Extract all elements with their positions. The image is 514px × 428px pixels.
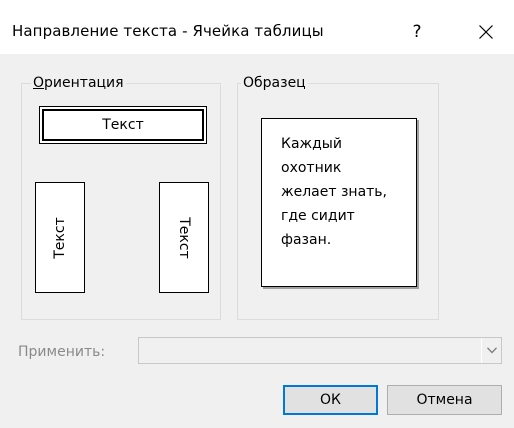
sample-preview: Каждый охотник желает знать, где сидит ф… — [261, 118, 417, 287]
apply-label: Применить: — [18, 344, 106, 360]
sample-line: фазан. — [281, 232, 332, 248]
ok-button[interactable]: ОК — [283, 385, 378, 415]
close-button[interactable] — [468, 14, 504, 50]
cancel-button[interactable]: Отмена — [387, 385, 502, 415]
orientation-vertical-down-option[interactable]: Текст — [159, 182, 209, 293]
close-icon — [479, 25, 493, 39]
sample-line: желает знать, — [281, 184, 388, 200]
chevron-down-icon — [487, 347, 497, 354]
text-direction-dialog: Направление текста - Ячейка таблицы ? Ор… — [0, 0, 514, 428]
dialog-content: Ориентация Текст Текст Текст Образец Каж… — [0, 54, 514, 428]
orientation-horizontal-option[interactable]: Текст — [39, 106, 207, 144]
orientation-group: Ориентация Текст Текст Текст — [21, 73, 221, 320]
sample-line: Каждый — [281, 136, 342, 152]
sample-line: охотник — [281, 160, 342, 176]
orientation-vertical-up-option[interactable]: Текст — [35, 182, 85, 293]
orientation-group-label: Ориентация — [31, 73, 126, 93]
apply-dropdown-arrow[interactable] — [481, 338, 501, 363]
dialog-title: Направление текста - Ячейка таблицы — [12, 22, 324, 40]
sample-group: Образец Каждый охотник желает знать, где… — [237, 73, 439, 320]
apply-dropdown[interactable] — [138, 337, 502, 364]
orientation-vertical-down-label: Текст — [176, 216, 192, 259]
sample-group-label: Образец — [241, 73, 308, 93]
orientation-vertical-up-label: Текст — [52, 216, 68, 259]
sample-line: где сидит — [281, 208, 355, 224]
help-button[interactable]: ? — [402, 14, 432, 50]
orientation-horizontal-label: Текст — [102, 117, 144, 133]
title-bar: Направление текста - Ячейка таблицы ? — [0, 0, 514, 54]
